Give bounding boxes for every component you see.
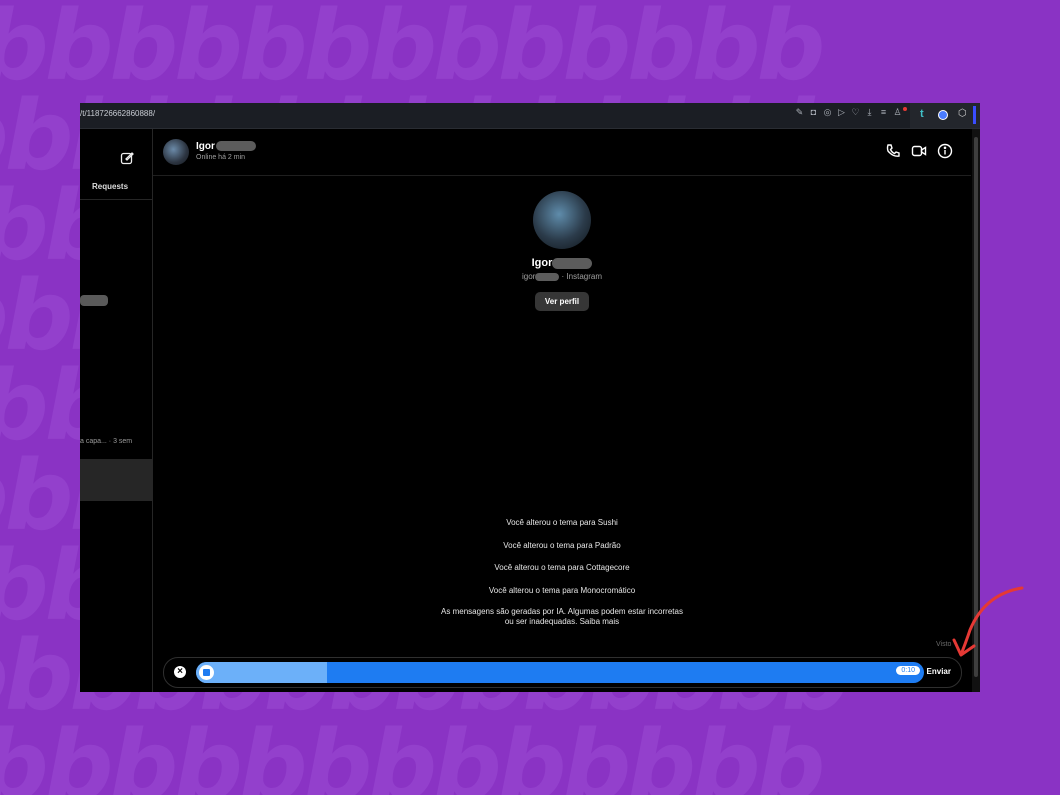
- online-status: Online há 2 min: [196, 154, 246, 161]
- download-icon[interactable]: ⤓: [865, 108, 874, 117]
- ai-notice: As mensagens são geradas por IA. Algumas…: [441, 607, 683, 616]
- video-icon[interactable]: [911, 143, 927, 159]
- browser-toolbar: /t/118726662860888/ ✎ ◘ ◎ ▷ ♡ ⤓ ≡ ♙ t ⬡: [80, 103, 980, 129]
- avatar[interactable]: [163, 139, 189, 165]
- info-icon[interactable]: [937, 143, 953, 159]
- profile-handle: igor · Instagram: [521, 272, 603, 281]
- divider: [80, 199, 152, 200]
- cancel-recording-button[interactable]: ×: [174, 666, 186, 678]
- chat-header: Igor Online há 2 min: [153, 129, 971, 176]
- heart-icon[interactable]: ♡: [851, 108, 860, 117]
- system-message: Você alterou o tema para Monocromático: [488, 586, 636, 595]
- menu-icon[interactable]: ≡: [879, 108, 888, 117]
- sidebar-toggle[interactable]: [973, 106, 976, 124]
- message-composer: × 0:10 Enviar: [163, 657, 962, 688]
- red-arrow-annotation: [952, 586, 1024, 657]
- active-conversation[interactable]: [80, 459, 152, 501]
- extension-cube-icon[interactable]: ⬡: [958, 108, 967, 119]
- edit-icon[interactable]: ✎: [795, 108, 804, 117]
- chat-panel: Igor Online há 2 min Igor igor · Instagr…: [153, 129, 971, 692]
- header-actions: [885, 143, 953, 159]
- play-icon[interactable]: ▷: [837, 108, 846, 117]
- conversation-snippet[interactable]: a capa... · 3 sem: [80, 438, 132, 445]
- recording-timer: 0:10: [896, 666, 920, 675]
- phone-icon[interactable]: [885, 143, 901, 159]
- recording-progress: [196, 662, 328, 683]
- blurred-name: [552, 257, 593, 269]
- browser-window: /t/118726662860888/ ✎ ◘ ◎ ▷ ♡ ⤓ ≡ ♙ t ⬡ …: [80, 103, 980, 692]
- system-message: Você alterou o tema para Padrão: [503, 541, 621, 550]
- notification-dot: [903, 107, 907, 111]
- compose-icon[interactable]: [120, 151, 134, 168]
- blurred-text: [80, 295, 108, 306]
- extensions-area: t ⬡: [910, 103, 980, 128]
- profile-summary: Igor igor · Instagram Ver perfil: [153, 191, 971, 311]
- ai-notice-link[interactable]: ou ser inadequadas. Saiba mais: [153, 617, 971, 626]
- profile-avatar[interactable]: [533, 191, 591, 249]
- camera-icon[interactable]: ◘: [809, 108, 818, 117]
- system-message: Você alterou o tema para Cottagecore: [494, 563, 630, 572]
- system-message: Você alterou o tema para Sushi: [506, 518, 618, 527]
- conversations-sidebar: Requests a capa... · 3 sem: [80, 129, 153, 692]
- profile-icon[interactable]: ♙: [893, 108, 902, 117]
- profile-name: Igor: [153, 257, 971, 269]
- address-bar[interactable]: /t/118726662860888/: [80, 109, 155, 118]
- blurred-name: [215, 141, 256, 152]
- view-profile-button[interactable]: Ver perfil: [534, 292, 590, 311]
- shield-icon[interactable]: ◎: [823, 108, 832, 117]
- extension-t-icon[interactable]: t: [920, 108, 924, 120]
- contact-name[interactable]: Igor: [196, 141, 256, 152]
- blurred-handle: [535, 272, 560, 281]
- toolbar-icons: ✎ ◘ ◎ ▷ ♡ ⤓ ≡ ♙: [795, 108, 902, 117]
- extension-circle-icon[interactable]: [938, 110, 948, 120]
- stop-recording-button[interactable]: [199, 665, 214, 680]
- requests-tab[interactable]: Requests: [92, 182, 128, 191]
- voice-recording-bar: 0:10: [196, 662, 924, 683]
